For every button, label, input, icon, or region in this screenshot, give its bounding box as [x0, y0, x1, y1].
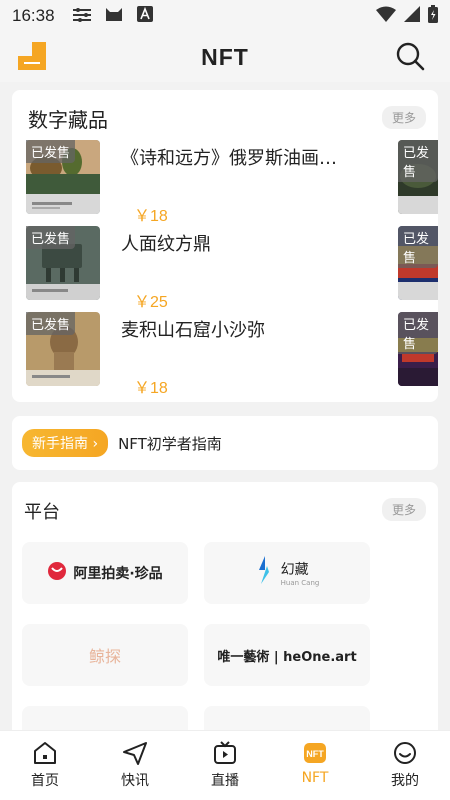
platforms-title: 平台	[24, 502, 60, 523]
next-collectible-thumbnail[interactable]: 已发售	[398, 140, 438, 214]
collectible-item[interactable]: 已发售 《诗和远方》俄罗斯油画… ￥18	[26, 140, 386, 225]
cat-app-icon	[105, 6, 123, 26]
guide-badge-label: 新手指南	[32, 436, 88, 452]
wifi-icon	[376, 6, 396, 26]
tab-label: 快讯	[121, 773, 149, 789]
sale-status-badge: 已发售	[26, 312, 76, 335]
collectible-price: ￥25	[134, 294, 168, 311]
sale-status-badge: 已发售	[398, 312, 438, 354]
status-time: 16:38	[12, 6, 55, 25]
signal-icon	[404, 6, 420, 26]
platforms-more-button[interactable]: 更多	[381, 498, 426, 521]
platform-name: 唯一藝術 | heOne.art	[217, 649, 357, 665]
tab-label: NFT	[301, 770, 329, 786]
sale-status-badge: 已发售	[398, 140, 438, 182]
guide-link[interactable]: NFT初学者指南	[118, 433, 222, 454]
tab-live[interactable]: 直播	[180, 731, 270, 800]
collectibles-title: 数字藏品	[28, 108, 108, 132]
tab-news[interactable]: 快讯	[90, 731, 180, 800]
svg-text:NFT: NFT	[306, 749, 324, 759]
collectible-name: 人面纹方鼎	[121, 234, 211, 255]
guide-badge: 新手指南 ›	[22, 429, 109, 457]
tab-home[interactable]: 首页	[0, 731, 90, 800]
collectibles-card: 数字藏品 更多 已发售 《诗和远方》俄罗斯油画… ￥18 已发售 人面纹方鼎 ￥…	[12, 90, 438, 402]
ali-auction-logo-icon	[47, 561, 67, 585]
settings-notification-icon	[72, 7, 91, 26]
platforms-card: 平台 更多 阿里拍卖·珍品 幻藏 Huan Cang 鲸探 唯一藝術 | heO…	[12, 482, 438, 746]
platform-huancang[interactable]: 幻藏 Huan Cang	[204, 542, 370, 604]
platform-jingtan[interactable]: 鲸探	[22, 624, 188, 686]
collectible-price: ￥18	[134, 380, 168, 397]
chevron-right-icon: ›	[92, 436, 99, 452]
next-collectible-thumbnail[interactable]: 已发售	[398, 226, 438, 300]
a-app-icon	[136, 6, 153, 26]
collectible-item[interactable]: 已发售 麦积山石窟小沙弥 ￥18	[26, 312, 386, 397]
next-collectible-thumbnail[interactable]: 已发售	[398, 312, 438, 386]
bottom-tab-bar: 首页 快讯 直播 NFT NFT 我的	[0, 730, 450, 800]
collectible-item[interactable]: 已发售 人面纹方鼎 ￥25	[26, 226, 386, 311]
tab-me[interactable]: 我的	[360, 731, 450, 800]
tab-nft[interactable]: NFT NFT	[270, 731, 360, 800]
collectibles-more-button[interactable]: 更多	[381, 106, 426, 129]
app-logo-icon[interactable]	[18, 42, 46, 70]
platform-ali-auction[interactable]: 阿里拍卖·珍品	[22, 542, 188, 604]
platform-subname: Huan Cang	[280, 579, 320, 587]
home-icon	[34, 742, 56, 764]
sale-status-badge: 已发售	[26, 226, 76, 249]
tab-label: 我的	[391, 773, 419, 789]
huancang-logo-icon	[255, 556, 275, 590]
top-nav-bar: NFT	[0, 32, 450, 82]
send-icon	[123, 742, 147, 765]
page-title: NFT	[201, 43, 249, 70]
live-tv-icon	[214, 741, 236, 764]
collectible-name: 麦积山石窟小沙弥	[121, 320, 265, 341]
sale-status-badge: 已发售	[398, 226, 438, 268]
battery-icon	[428, 5, 438, 27]
platform-theone-art[interactable]: 唯一藝術 | heOne.art	[204, 624, 370, 686]
collectible-name: 《诗和远方》俄罗斯油画…	[121, 148, 337, 169]
tab-label: 首页	[31, 773, 59, 789]
collectible-price: ￥18	[134, 208, 168, 225]
beginner-guide-card[interactable]: 新手指南 › NFT初学者指南	[12, 416, 438, 470]
platform-name: 幻藏	[280, 562, 309, 578]
nft-icon: NFT	[304, 743, 326, 763]
sale-status-badge: 已发售	[26, 140, 76, 163]
status-bar: 16:38	[0, 0, 450, 32]
search-icon[interactable]	[394, 40, 426, 72]
platform-name: 鲸探	[88, 647, 121, 666]
tab-label: 直播	[211, 773, 239, 789]
smiley-profile-icon	[394, 742, 416, 764]
platform-name: 阿里拍卖·珍品	[73, 566, 163, 582]
